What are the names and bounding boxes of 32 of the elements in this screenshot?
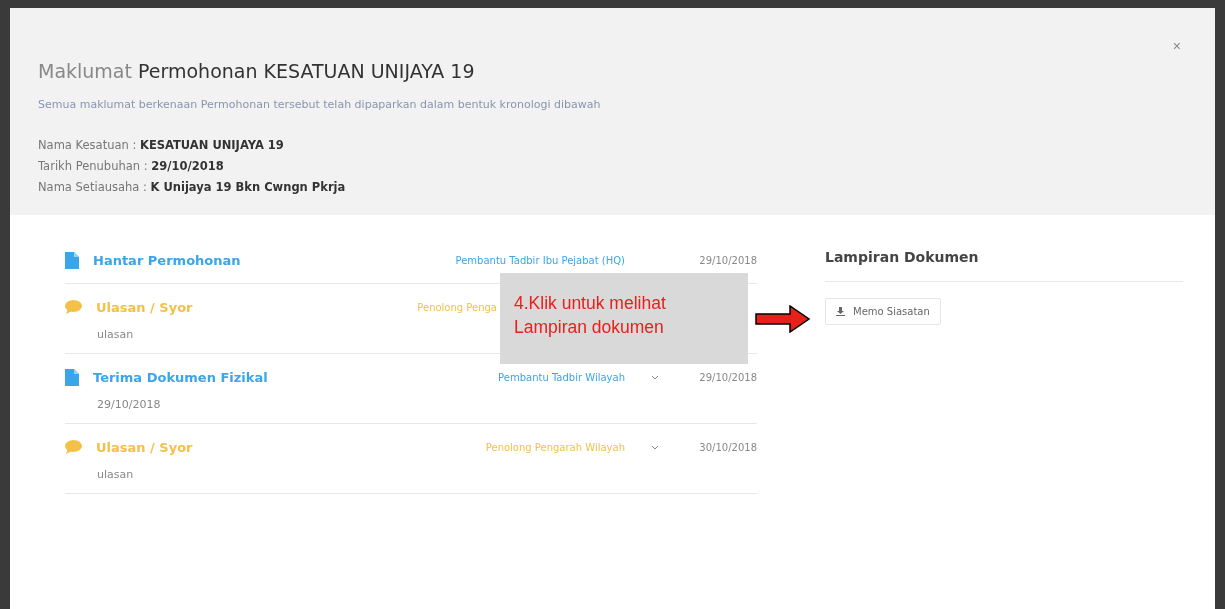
- detail-line: Tarikh Penubuhan : 29/10/2018: [38, 158, 225, 175]
- chevron-down-icon[interactable]: [651, 374, 659, 380]
- timeline-date: 29/10/2018: [699, 371, 757, 383]
- timeline-note: 29/10/2018: [97, 398, 161, 411]
- modal-subtitle: Semua maklumat berkenaan Permohonan tersebut telah dipaparkan dalam bentuk kronologi dibawah: [38, 98, 602, 111]
- timeline-title: Ulasan / Syor: [96, 299, 193, 315]
- speech-bubble-icon: [65, 300, 82, 314]
- timeline-note: ulasan: [97, 468, 134, 481]
- download-button[interactable]: Memo Siasatan: [825, 298, 941, 325]
- timeline-date: 30/10/2018: [699, 441, 757, 453]
- timeline-title: Hantar Permohonan: [93, 252, 241, 268]
- timeline-date: 29/10/2018: [699, 254, 757, 266]
- timeline-author: Penolong Penga: [417, 301, 497, 313]
- chevron-down-icon[interactable]: [651, 444, 659, 450]
- document-icon: [65, 251, 79, 269]
- detail-line: Nama Kesatuan : KESATUAN UNIJAYA 19: [38, 137, 285, 154]
- attachments-heading: Lampiran Dokumen: [825, 249, 1183, 282]
- timeline-title: Ulasan / Syor: [96, 439, 193, 455]
- speech-bubble-icon: [65, 440, 82, 454]
- download-icon: [836, 307, 845, 316]
- annotation-text: 4.Klik untuk melihat: [514, 292, 667, 315]
- detail-line: Nama Setiausaha : K Unijaya 19 Bkn Cwngn Pkrja: [38, 179, 347, 196]
- timeline-author: Pembantu Tadbir Wilayah: [498, 371, 625, 383]
- timeline-author: Penolong Pengarah Wilayah: [485, 441, 625, 453]
- timeline-author: Pembantu Tadbir Ibu Pejabat (HQ): [455, 254, 625, 266]
- annotation-text: Lampiran dokumen: [514, 316, 665, 339]
- timeline-title: Terima Dokumen Fizikal: [93, 369, 268, 385]
- document-icon: [65, 368, 79, 386]
- close-button[interactable]: ×: [1172, 38, 1181, 54]
- timeline-note: ulasan: [97, 328, 134, 341]
- arrow-icon: [755, 305, 811, 333]
- modal-title: Maklumat Permohonan KESATUAN UNIJAYA 19: [38, 60, 476, 82]
